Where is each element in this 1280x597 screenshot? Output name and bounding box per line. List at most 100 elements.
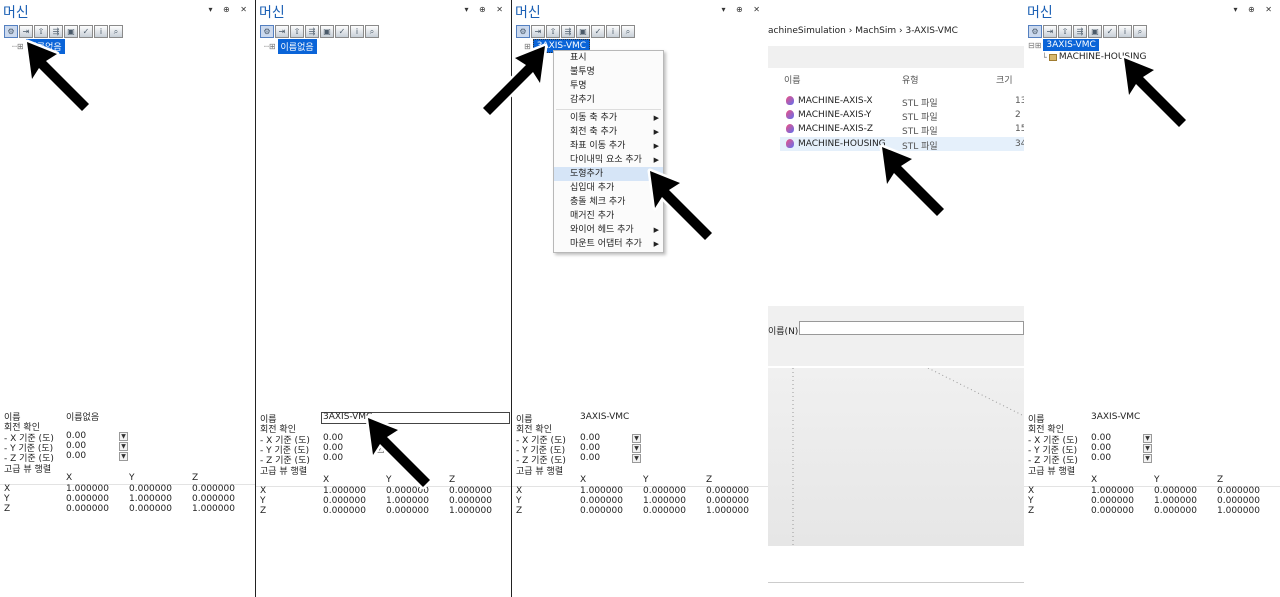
menu-item-show[interactable]: 표시	[554, 51, 663, 65]
y-basis-value[interactable]: 0.00	[580, 443, 600, 453]
y-basis-value[interactable]: 0.00	[66, 441, 86, 451]
chevron-down-icon[interactable]: ▼	[1143, 454, 1152, 463]
panel-controls[interactable]: ▾ ⊕ ✕	[721, 5, 764, 14]
menu-item-add-dynamic-element[interactable]: 다이내믹 요소 추가 ▶	[554, 153, 663, 167]
menu-item-hide[interactable]: 감추기	[554, 93, 663, 107]
tree-child-label[interactable]: MACHINE-HOUSING	[1059, 52, 1147, 62]
tree-root-label[interactable]: 이름없음	[277, 39, 317, 54]
find-icon[interactable]: ⌕	[1133, 25, 1147, 38]
add-dynamic-icon[interactable]: ⇶	[305, 25, 319, 38]
add-translate-icon[interactable]: ⇧	[546, 25, 560, 38]
file-row[interactable]: MACHINE-AXIS-X STL 파일 13	[780, 94, 1024, 109]
machine-panel-2: 머신 ▾ ⊕ ✕ ⚙ ⇥ ⇧ ⇶ ▣ ✓ i ⌕ ┈⊞ 이름없음 이름 3AXI…	[256, 0, 512, 597]
column-header-size[interactable]: 크기	[996, 73, 1013, 86]
check-icon[interactable]: ✓	[591, 25, 605, 38]
chevron-down-icon[interactable]: ▼	[1143, 434, 1152, 443]
tree-root-node[interactable]: ⊟⊞ 3AXIS-VMC	[1028, 39, 1099, 51]
panel-controls[interactable]: ▾ ⊕ ✕	[1233, 5, 1276, 14]
chevron-down-icon[interactable]: ▼	[632, 434, 641, 443]
name-edit-value[interactable]: 3AXIS-VMC	[323, 412, 372, 422]
tree-root-node[interactable]: ┈⊞ 이름없음	[264, 39, 317, 54]
z-basis-value[interactable]: 0.00	[1091, 453, 1111, 463]
check-icon[interactable]: ✓	[335, 25, 349, 38]
menu-item-add-rotary-axis[interactable]: 회전 축 추가 ▶	[554, 125, 663, 139]
matrix-row-y: Y	[1028, 496, 1034, 506]
z-basis-value[interactable]: 0.00	[580, 453, 600, 463]
menu-item-add-insert[interactable]: 십입대 추가	[554, 181, 663, 195]
add-axis-icon[interactable]: ⇥	[531, 25, 545, 38]
add-translate-icon[interactable]: ⇧	[1058, 25, 1072, 38]
tree-root-label[interactable]: 3AXIS-VMC	[1043, 39, 1099, 51]
menu-item-label: 좌표 이동 추가	[570, 141, 626, 151]
machine-icon[interactable]: ⚙	[1028, 25, 1042, 38]
check-icon[interactable]: ✓	[1103, 25, 1117, 38]
info-icon[interactable]: i	[350, 25, 364, 38]
x-basis-value[interactable]: 0.00	[66, 431, 86, 441]
chevron-down-icon[interactable]: ▼	[375, 444, 384, 453]
column-header-name[interactable]: 이름	[784, 73, 801, 86]
file-type: STL 파일	[902, 142, 938, 152]
add-axis-icon[interactable]: ⇥	[275, 25, 289, 38]
breadcrumb-item[interactable]: 3-AXIS-VMC	[906, 26, 958, 36]
check-icon[interactable]: ✓	[79, 25, 93, 38]
file-row-selected[interactable]: MACHINE-HOUSING STL 파일 34	[780, 137, 1024, 152]
x-basis-value[interactable]: 0.00	[580, 433, 600, 443]
menu-item-add-magazine[interactable]: 매거진 추가	[554, 209, 663, 223]
panel-controls[interactable]: ▾ ⊕ ✕	[208, 5, 251, 14]
file-row[interactable]: MACHINE-AXIS-Y STL 파일 2	[780, 108, 1024, 123]
chevron-down-icon[interactable]: ▼	[632, 454, 641, 463]
y-basis-value[interactable]: 0.00	[1091, 443, 1111, 453]
add-dynamic-icon[interactable]: ⇶	[561, 25, 575, 38]
find-icon[interactable]: ⌕	[109, 25, 123, 38]
chevron-down-icon[interactable]: ▼	[119, 452, 128, 461]
panel-controls[interactable]: ▾ ⊕ ✕	[464, 5, 507, 14]
menu-item-add-collision-check[interactable]: 충돌 체크 추가 ▶	[554, 195, 663, 209]
name-value[interactable]: 이름없음	[66, 410, 99, 423]
menu-item-transparent[interactable]: 투명	[554, 79, 663, 93]
tree-child-node[interactable]: └ MACHINE-HOUSING	[1042, 52, 1146, 62]
breadcrumb-item[interactable]: achineSimulation	[768, 26, 846, 36]
y-basis-value[interactable]: 0.00	[323, 443, 343, 453]
tree-root-node[interactable]: ┈⊞ 이름없음	[12, 39, 65, 54]
breadcrumb-item[interactable]: MachSim	[855, 26, 896, 36]
x-basis-value[interactable]: 0.00	[1091, 433, 1111, 443]
find-icon[interactable]: ⌕	[621, 25, 635, 38]
info-icon[interactable]: i	[94, 25, 108, 38]
add-geometry-icon[interactable]: ▣	[64, 25, 78, 38]
add-geometry-icon[interactable]: ▣	[576, 25, 590, 38]
menu-item-add-coordinate-move[interactable]: 좌표 이동 추가 ▶	[554, 139, 663, 153]
machine-icon[interactable]: ⚙	[4, 25, 18, 38]
machine-icon[interactable]: ⚙	[516, 25, 530, 38]
add-translate-icon[interactable]: ⇧	[290, 25, 304, 38]
machine-icon[interactable]: ⚙	[260, 25, 274, 38]
add-geometry-icon[interactable]: ▣	[1088, 25, 1102, 38]
column-header-type[interactable]: 유형	[902, 73, 919, 86]
menu-item-add-mount-adapter[interactable]: 마운트 어댑터 추가 ▶	[554, 237, 663, 251]
add-axis-icon[interactable]: ⇥	[19, 25, 33, 38]
info-icon[interactable]: i	[1118, 25, 1132, 38]
z-basis-value[interactable]: 0.00	[323, 453, 343, 463]
menu-item-opaque[interactable]: 불투명	[554, 65, 663, 79]
chevron-down-icon[interactable]: ▼	[119, 442, 128, 451]
z-basis-value[interactable]: 0.00	[66, 451, 86, 461]
info-icon[interactable]: i	[606, 25, 620, 38]
file-row[interactable]: MACHINE-AXIS-Z STL 파일 15	[780, 122, 1024, 137]
chevron-down-icon[interactable]: ▼	[632, 444, 641, 453]
menu-item-add-linear-axis[interactable]: 이동 축 추가 ▶	[554, 111, 663, 125]
menu-item-add-wire-head[interactable]: 와이어 헤드 추가 ▶	[554, 223, 663, 237]
filename-label: 이름(N):	[768, 327, 802, 337]
chevron-down-icon[interactable]: ▼	[1143, 444, 1152, 453]
find-icon[interactable]: ⌕	[365, 25, 379, 38]
add-dynamic-icon[interactable]: ⇶	[1073, 25, 1087, 38]
filename-input[interactable]	[799, 321, 1024, 335]
chevron-down-icon[interactable]: ▼	[119, 432, 128, 441]
add-translate-icon[interactable]: ⇧	[34, 25, 48, 38]
add-geometry-icon[interactable]: ▣	[320, 25, 334, 38]
tree-root-label[interactable]: 이름없음	[25, 39, 65, 54]
menu-item-add-geometry[interactable]: 도형추가	[554, 167, 663, 181]
x-basis-value[interactable]: 0.00	[323, 433, 343, 443]
add-axis-icon[interactable]: ⇥	[1043, 25, 1057, 38]
name-value[interactable]: 3AXIS-VMC	[580, 412, 629, 422]
add-dynamic-icon[interactable]: ⇶	[49, 25, 63, 38]
name-value[interactable]: 3AXIS-VMC	[1091, 412, 1140, 422]
